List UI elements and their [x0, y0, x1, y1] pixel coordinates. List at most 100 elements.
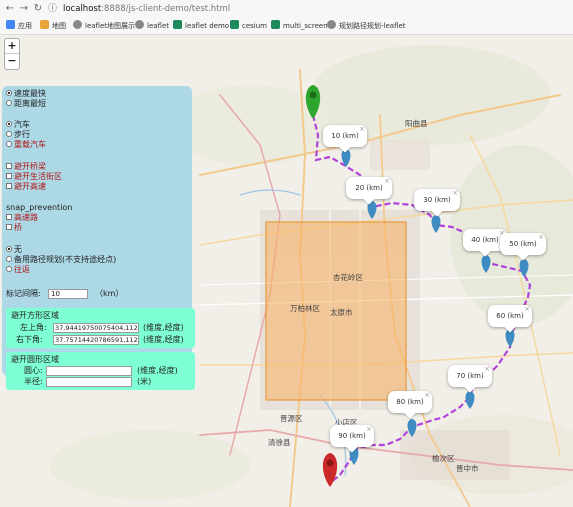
radio-button[interactable] [6, 246, 12, 252]
radio-button[interactable] [6, 100, 12, 106]
radio-button[interactable] [6, 256, 12, 262]
close-icon[interactable]: × [366, 418, 372, 440]
distance-popup: 30 (km) × [414, 189, 460, 217]
avoid-circle-box: 避开圆形区域 圆心: (维度,经度) 半径: (米) [6, 352, 195, 390]
bookmark-label: leaflet [147, 22, 170, 30]
distance-marker [481, 255, 491, 273]
close-icon[interactable]: × [359, 118, 365, 140]
checkbox[interactable] [6, 173, 12, 179]
close-icon[interactable]: × [452, 182, 458, 204]
checkbox[interactable] [6, 163, 12, 169]
vehicle-car[interactable]: 汽车 [6, 120, 30, 130]
option-label: 桥 [14, 223, 22, 232]
close-icon[interactable]: × [384, 170, 390, 192]
distance-popup: 70 (km) × [448, 365, 492, 393]
distance-marker [519, 259, 529, 277]
popup-text: 50 (km) [509, 240, 537, 248]
address-bar[interactable]: localhost:8888/js-client-demo/test.html [63, 3, 230, 15]
checkbox[interactable] [6, 224, 12, 230]
top-left-hint: (维度,经度) [143, 323, 184, 332]
checkbox[interactable] [6, 183, 12, 189]
distance-popup: 10 (km) × [323, 125, 367, 153]
center-label: 圆心: [24, 366, 43, 375]
radio-button[interactable] [6, 131, 12, 137]
option-label: 速度最快 [14, 89, 46, 98]
vehicle-truck[interactable]: 重载汽车 [6, 140, 46, 150]
bookmark-label: 地图 [52, 22, 66, 30]
bottom-right-hint: (维度,经度) [143, 335, 184, 344]
zoom-in-button[interactable]: + [5, 39, 19, 54]
avoid-bridge[interactable]: 避开桥梁 [6, 162, 46, 172]
alt-round-trip[interactable]: 往返 [6, 265, 30, 275]
folder-icon [40, 20, 49, 29]
bottom-right-label: 右下角: [16, 335, 43, 344]
start-marker[interactable] [305, 85, 321, 119]
end-marker[interactable] [322, 453, 338, 487]
forward-icon[interactable]: → [18, 3, 30, 15]
rect-box-title: 避开方形区域 [11, 311, 59, 320]
distance-popup: 20 (km) × [346, 177, 392, 205]
snap-bridge[interactable]: 桥 [6, 223, 22, 233]
radius-label: 半径: [24, 377, 43, 386]
shield-icon [271, 20, 280, 29]
bookmark-leaflet[interactable]: leaflet [135, 20, 169, 33]
avoid-residential[interactable]: 避开生活街区 [6, 172, 62, 182]
shield-icon [173, 20, 182, 29]
top-left-label: 左上角: [20, 323, 47, 332]
map-view[interactable]: 阳曲县 万柏林区 太原市 杏花岭区 晋源区 小店区 榆次区 晋中市 清徐县 10… [0, 35, 573, 507]
bottom-right-input[interactable]: 37.75714420786591,112.65 [53, 335, 139, 345]
option-label: 汽车 [14, 120, 30, 129]
center-input[interactable] [46, 366, 132, 376]
shield-icon [230, 20, 239, 29]
distance-marker [431, 215, 441, 233]
back-icon[interactable]: ← [4, 3, 16, 15]
distance-popup: 80 (km) × [388, 391, 432, 419]
bookmark-leaflet-map[interactable]: leaflet地图展示 [73, 20, 135, 33]
globe-icon [327, 20, 336, 29]
option-label: 备用路径规划(不支持途经点) [14, 255, 117, 264]
checkbox[interactable] [6, 214, 12, 220]
radio-button[interactable] [6, 121, 12, 127]
bookmark-label: multi_screen [283, 22, 328, 30]
interval-input[interactable]: 10 [48, 289, 88, 299]
popup-text: 20 (km) [355, 184, 383, 192]
close-icon[interactable]: × [538, 226, 544, 248]
alt-none[interactable]: 无 [6, 245, 22, 255]
bookmark-apps[interactable]: 应用 [6, 20, 32, 33]
popup-text: 10 (km) [331, 132, 359, 140]
close-icon[interactable]: × [524, 298, 530, 320]
popup-text: 60 (km) [496, 312, 524, 320]
bookmark-cesium[interactable]: cesium [230, 20, 267, 33]
distance-popup: 90 (km) × [330, 425, 374, 453]
alt-alternative[interactable]: 备用路径规划(不支持途经点) [6, 255, 116, 265]
bookmark-multi-screen[interactable]: multi_screen [271, 20, 328, 33]
bookmark-label: 应用 [18, 22, 32, 30]
vehicle-foot[interactable]: 步行 [6, 130, 30, 140]
snap-motorway[interactable]: 高速路 [6, 213, 38, 223]
navigation-row: ← → ↻ ⓘ localhost:8888/js-client-demo/te… [0, 0, 573, 18]
reload-icon[interactable]: ↻ [32, 3, 44, 15]
circle-box-title: 避开圆形区域 [11, 355, 59, 364]
center-hint: (维度,经度) [137, 366, 178, 375]
radio-button[interactable] [6, 266, 12, 272]
strategy-shortest[interactable]: 距离最短 [6, 99, 46, 109]
option-label: 无 [14, 245, 22, 254]
distance-marker [407, 419, 417, 437]
option-label: 步行 [14, 130, 30, 139]
info-icon[interactable]: ⓘ [48, 3, 60, 15]
radius-input[interactable] [46, 377, 132, 387]
route-options-panel: 速度最快 距离最短 汽车 步行 重载汽车 避开桥梁 避开生活街区 避开高速 sn… [2, 86, 195, 390]
bookmark-leaflet-demo[interactable]: leaflet demo [173, 20, 229, 33]
radio-button[interactable] [6, 141, 12, 147]
radio-button[interactable] [6, 90, 12, 96]
avoid-motorway[interactable]: 避开高速 [6, 182, 46, 192]
close-icon[interactable]: × [484, 358, 490, 380]
zoom-control: + − [4, 38, 20, 70]
strategy-fastest[interactable]: 速度最快 [6, 89, 46, 99]
top-left-input[interactable]: 37.94419750075404,112.46 [53, 323, 139, 333]
zoom-out-button[interactable]: − [5, 54, 19, 69]
close-icon[interactable]: × [424, 384, 430, 406]
bookmarks-bar: 应用 地图 leaflet地图展示 leaflet leaflet demo c… [0, 18, 573, 35]
bookmark-map[interactable]: 地图 [40, 20, 66, 33]
bookmark-route-leaflet[interactable]: 规划路径规划-leaflet [327, 20, 406, 33]
